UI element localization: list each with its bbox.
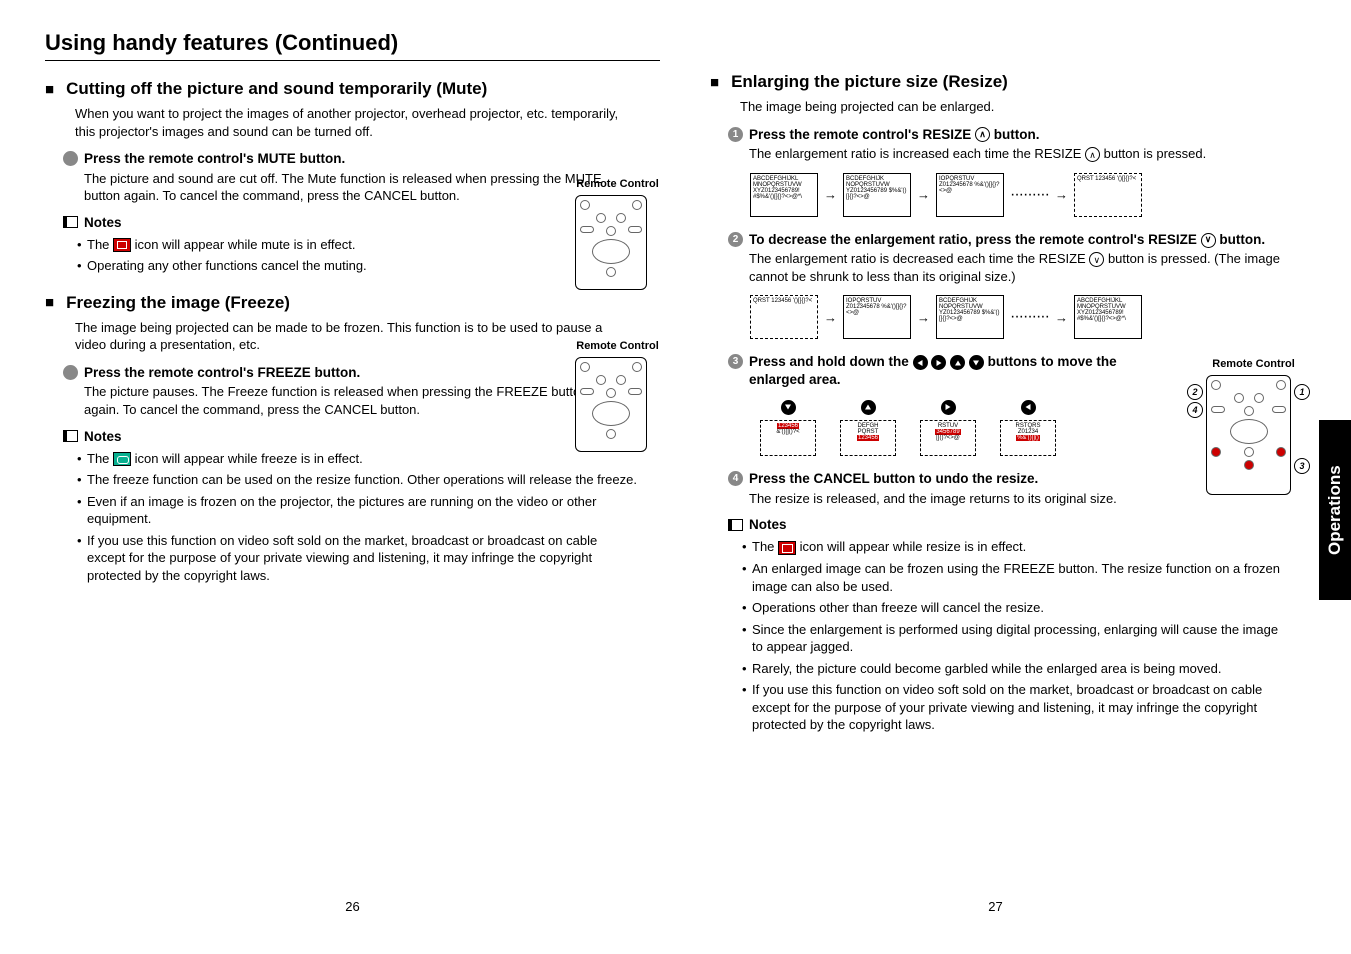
step-bullet-icon	[63, 151, 78, 166]
nav-up-icon	[861, 400, 876, 415]
resize-step2-title: To decrease the enlargement ratio, press…	[749, 231, 1289, 249]
resize-note-6: If you use this function on video soft s…	[742, 681, 1291, 734]
freeze-note-3: Even if an image is frozen on the projec…	[77, 493, 637, 528]
resize-step3-title: Press and hold down the buttons to move …	[749, 353, 1129, 388]
remote-diagram-1: Remote Control	[575, 178, 660, 290]
page-number-left: 26	[345, 899, 359, 914]
resize-step2-text: The enlargement ratio is decreased each …	[749, 250, 1289, 285]
freeze-note-1: The icon will appear while freeze is in …	[77, 450, 637, 468]
callout-1: 1	[1294, 384, 1310, 400]
notes-heading: Notes	[728, 517, 1291, 532]
resize-up-icon: ∧	[975, 127, 990, 142]
nav-right-icon	[941, 400, 956, 415]
nav-down-icon	[781, 400, 796, 415]
nav-left-icon	[1021, 400, 1036, 415]
resize-note-4: Since the enlargement is performed using…	[742, 621, 1291, 656]
notes-heading: Notes	[63, 429, 660, 444]
nav-up-icon	[950, 355, 965, 370]
mute-intro: When you want to project the images of a…	[75, 105, 625, 140]
notes-heading: Notes	[63, 215, 660, 230]
resize-note-3: Operations other than freeze will cancel…	[742, 599, 1291, 617]
page-number-right: 27	[988, 899, 1002, 914]
main-title: Using handy features (Continued)	[45, 30, 660, 61]
freeze-note-2: The freeze function can be used on the r…	[77, 471, 637, 489]
resize-step1-text: The enlargement ratio is increased each …	[749, 145, 1289, 163]
freeze-note-4: If you use this function on video soft s…	[77, 532, 637, 585]
callout-3: 3	[1294, 458, 1310, 474]
mute-icon	[113, 238, 131, 252]
section-mute-title: Cutting off the picture and sound tempor…	[45, 79, 660, 99]
section-resize-title: Enlarging the picture size (Resize)	[710, 72, 1291, 92]
mute-note-2: Operating any other functions cancel the…	[77, 257, 637, 275]
mute-step-text: The picture and sound are cut off. The M…	[84, 170, 624, 205]
nav-right-icon	[931, 355, 946, 370]
freeze-step-title: Press the remote control's FREEZE button…	[84, 364, 624, 382]
side-tab-operations: Operations	[1319, 420, 1351, 600]
remote-diagram-2: Remote Control	[575, 340, 660, 452]
nav-down-icon	[969, 355, 984, 370]
enlarge-diagram: ABCDEFGHIJKL MNOPQRSTUVW XYZ0123456789! …	[750, 173, 1291, 217]
step-bullet-icon	[63, 365, 78, 380]
step-number-2: 2	[728, 232, 743, 247]
freeze-step-text: The picture pauses. The Freeze function …	[84, 383, 624, 418]
resize-note-2: An enlarged image can be frozen using th…	[742, 560, 1291, 595]
section-freeze-title: Freezing the image (Freeze)	[45, 293, 660, 313]
resize-icon	[778, 541, 796, 555]
resize-intro: The image being projected can be enlarge…	[740, 98, 1290, 116]
resize-down-icon: ∨	[1089, 252, 1104, 267]
mute-step-title: Press the remote control's MUTE button.	[84, 150, 624, 168]
step-number-4: 4	[728, 471, 743, 486]
shrink-diagram: QRST 123456 '()[]{}?< → IOPQRSTUV Z01234…	[750, 295, 1291, 339]
step-number-1: 1	[728, 127, 743, 142]
freeze-intro: The image being projected can be made to…	[75, 319, 625, 354]
resize-step1-title: Press the remote control's RESIZE ∧ butt…	[749, 126, 1289, 144]
nav-left-icon	[913, 355, 928, 370]
remote-diagram-3: Remote Control 1 2 4 3	[1206, 358, 1301, 495]
resize-up-icon: ∧	[1085, 147, 1100, 162]
step-number-3: 3	[728, 354, 743, 369]
resize-note-5: Rarely, the picture could become garbled…	[742, 660, 1291, 678]
freeze-icon	[113, 452, 131, 466]
mute-note-1: The icon will appear while mute is in ef…	[77, 236, 637, 254]
resize-down-icon: ∨	[1201, 233, 1216, 248]
resize-note-1: The icon will appear while resize is in …	[742, 538, 1291, 556]
